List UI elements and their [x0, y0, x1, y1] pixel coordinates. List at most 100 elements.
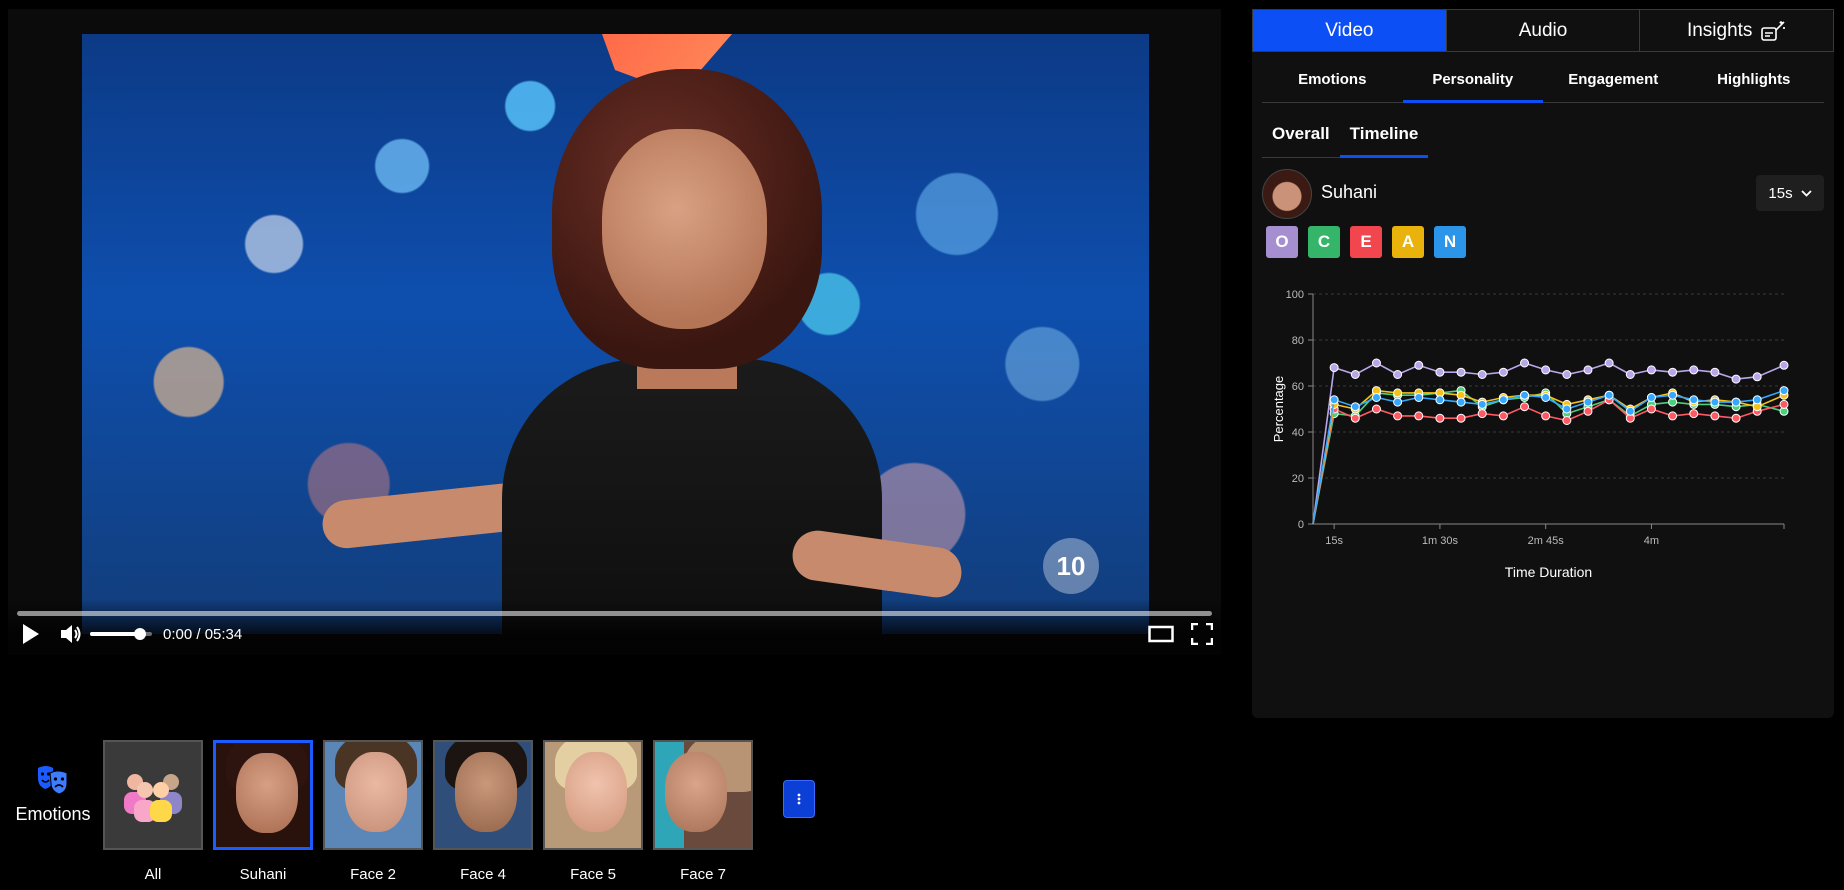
tab-overall[interactable]: Overall — [1262, 111, 1340, 157]
time-display: 0:00 / 05:34 — [163, 626, 243, 643]
face-card-label: Face 5 — [570, 866, 616, 883]
y-tick-label: 40 — [1292, 427, 1304, 439]
emotions-tool-label: Emotions — [15, 804, 91, 824]
data-point-N — [1604, 390, 1614, 400]
tab-timeline-label: Timeline — [1349, 124, 1419, 143]
x-axis-label: Time Duration — [1505, 564, 1592, 580]
tab-personality[interactable]: Personality — [1402, 57, 1544, 103]
fullscreen-icon[interactable] — [1189, 621, 1215, 647]
data-point-E — [1498, 411, 1508, 421]
trait-filter: O C E A N — [1266, 226, 1466, 258]
face-card-face-2[interactable]: Face 2 — [323, 740, 423, 883]
face-card-suhani[interactable]: Suhani — [213, 740, 313, 883]
data-point-E — [1731, 413, 1741, 423]
tab-emotions[interactable]: Emotions — [1262, 57, 1403, 102]
face-thumbnail — [103, 740, 203, 850]
tab-engagement[interactable]: Engagement — [1543, 57, 1684, 102]
magic-wand-icon — [1761, 20, 1786, 41]
data-point-O — [1371, 358, 1381, 368]
volume-icon[interactable] — [58, 621, 84, 647]
data-point-E — [1541, 411, 1551, 421]
trait-chip-neuroticism[interactable]: N — [1434, 226, 1466, 258]
data-point-E — [1779, 399, 1789, 409]
y-tick-label: 0 — [1298, 519, 1304, 531]
tab-highlights[interactable]: Highlights — [1684, 57, 1825, 102]
data-point-O — [1477, 370, 1487, 379]
volume-slider[interactable] — [90, 628, 152, 640]
tab-insights[interactable]: Insights — [1640, 10, 1833, 51]
person-name: Suhani — [1321, 182, 1378, 202]
y-tick-label: 100 — [1286, 289, 1304, 301]
trait-chip-agreeableness[interactable]: A — [1392, 226, 1424, 258]
data-point-O — [1350, 370, 1360, 379]
interval-select[interactable]: 15s — [1756, 175, 1824, 211]
x-tick-label: 2m 45s — [1528, 535, 1565, 547]
tab-video[interactable]: Video — [1253, 10, 1447, 51]
face-card-face-5[interactable]: Face 5 — [543, 740, 643, 883]
data-point-E — [1562, 416, 1572, 425]
data-point-O — [1689, 365, 1699, 375]
tab-timeline[interactable]: Timeline — [1339, 111, 1429, 158]
y-axis-label: Percentage — [1271, 376, 1286, 443]
x-tick-label: 1m 30s — [1422, 535, 1459, 547]
face-card-label: Suhani — [239, 866, 287, 883]
tab-insights-label: Insights — [1686, 19, 1753, 41]
tab-audio[interactable]: Audio — [1447, 10, 1641, 51]
trait-chip-conscientiousness[interactable]: C — [1308, 226, 1340, 258]
tab-audio-label: Audio — [1518, 19, 1568, 41]
data-point-N — [1541, 393, 1551, 402]
theater-masks-icon — [38, 766, 68, 795]
volume-slider-handle[interactable] — [133, 628, 146, 640]
data-point-O — [1562, 370, 1572, 379]
face-card-face-7[interactable]: Face 7 — [653, 740, 753, 883]
data-point-N — [1393, 397, 1403, 407]
tab-highlights-label: Highlights — [1717, 71, 1791, 88]
data-point-N — [1779, 386, 1789, 396]
emotions-tool-button[interactable]: Emotions — [10, 765, 96, 825]
play-icon[interactable] — [18, 621, 44, 647]
chevron-down-icon — [1800, 189, 1812, 197]
data-point-O — [1329, 363, 1339, 373]
trait-chip-extraversion[interactable]: E — [1350, 226, 1382, 258]
sub-tabs: Emotions Personality Engagement Highligh… — [1262, 57, 1824, 103]
more-faces-button[interactable] — [783, 780, 815, 818]
face-thumbnail — [543, 740, 643, 850]
face-card-all[interactable]: All — [103, 740, 203, 883]
data-point-O — [1520, 358, 1530, 368]
data-point-N — [1710, 397, 1720, 407]
face-card-label: Face 2 — [350, 866, 396, 883]
video-player[interactable]: 10 0:00 / 05:34 — [8, 9, 1221, 655]
face-card-face-4[interactable]: Face 4 — [433, 740, 533, 883]
view-tabs: Overall Timeline — [1262, 111, 1429, 158]
video-frame[interactable]: 10 — [82, 34, 1149, 634]
data-point-E — [1520, 402, 1530, 412]
channel-logo: 10 — [1043, 538, 1099, 594]
x-tick-label: 4m — [1644, 535, 1659, 547]
x-tick-label: 15s — [1325, 535, 1343, 547]
y-tick-label: 60 — [1292, 381, 1304, 393]
data-point-O — [1731, 374, 1741, 384]
presenter-dress — [502, 359, 882, 634]
face-card-label: Face 7 — [680, 866, 726, 883]
trait-chip-openness[interactable]: O — [1266, 226, 1298, 258]
data-point-O — [1541, 365, 1551, 375]
face-thumbnail — [213, 740, 313, 850]
data-point-O — [1625, 370, 1635, 379]
seek-bar[interactable] — [17, 611, 1212, 616]
data-point-N — [1583, 397, 1593, 407]
data-point-E — [1414, 411, 1424, 421]
tab-overall-label: Overall — [1272, 124, 1330, 143]
theater-mode-icon[interactable] — [1148, 621, 1174, 647]
data-point-N — [1646, 393, 1656, 402]
series-line-O — [1312, 362, 1785, 525]
interval-value: 15s — [1768, 184, 1793, 202]
insights-panel: Video Audio Insights Emotions Personalit… — [1252, 9, 1834, 718]
data-point-O — [1710, 367, 1720, 377]
data-point-N — [1329, 395, 1339, 405]
face-thumbnail — [433, 740, 533, 850]
data-point-O — [1393, 370, 1403, 379]
data-point-N — [1498, 395, 1508, 405]
y-tick-label: 20 — [1292, 473, 1304, 485]
y-tick-label: 80 — [1292, 335, 1304, 347]
personality-timeline-chart: 0 20 40 60 80 100 15s 1m 30s 2m 45s 4m Time Durati… — [1271, 289, 1789, 580]
